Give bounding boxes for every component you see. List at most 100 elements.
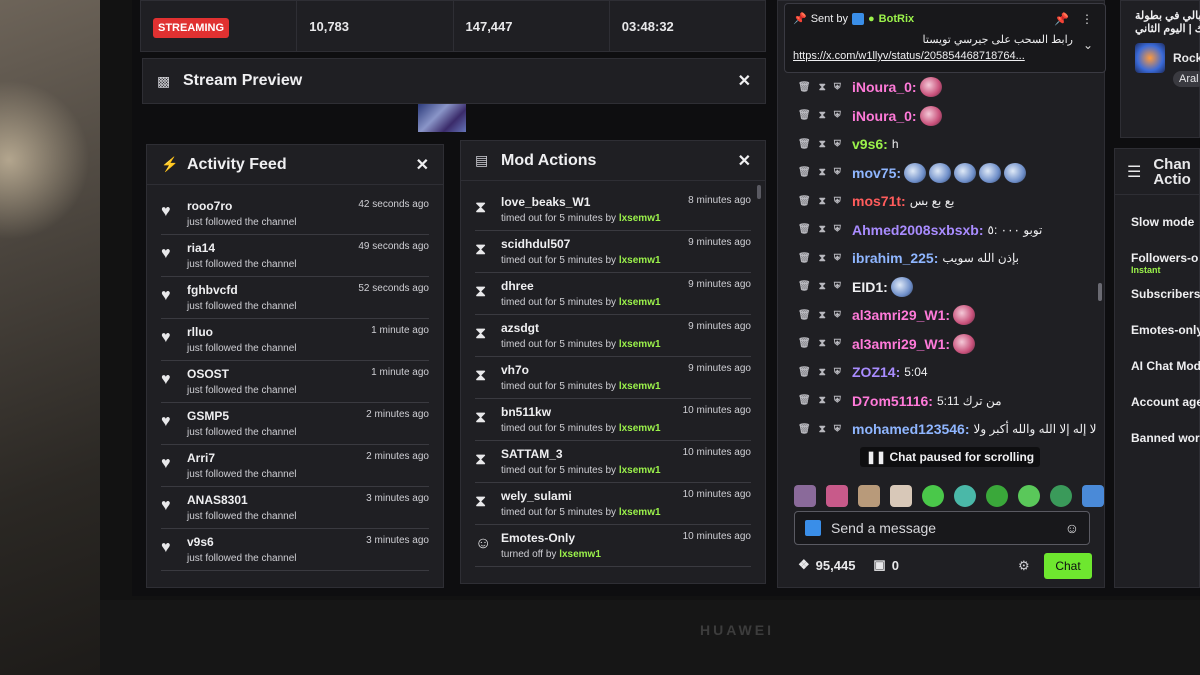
channel-setting-item[interactable]: Subscribers: [1115, 287, 1200, 323]
close-icon[interactable]: ✕: [738, 151, 751, 171]
channel-setting-item[interactable]: Followers-o Instant: [1115, 251, 1199, 287]
mod-action-item[interactable]: ⧗ scidhdul507 timed out for 5 minutes by l…: [475, 231, 751, 273]
activity-item[interactable]: ♥ OSOST just followed the channel 1 minute …: [161, 361, 429, 403]
channel-setting-item[interactable]: Slow mode: [1115, 215, 1199, 251]
mod-action-item[interactable]: ☺ Emotes-Only turned off by lxsemw1 10 minu…: [475, 525, 751, 567]
channel-setting-item[interactable]: Account age: [1115, 395, 1200, 431]
moderator-name[interactable]: lxsemw1: [619, 381, 661, 392]
game-name[interactable]: Rock: [1173, 51, 1200, 65]
mod-tools[interactable]: 🗑⧗⛨: [798, 196, 852, 207]
emote-icon[interactable]: [794, 485, 816, 507]
chat-username[interactable]: mos71t:: [852, 193, 906, 209]
chat-input-box[interactable]: ☺: [794, 511, 1090, 545]
mod-action-item[interactable]: ⧗ dhree timed out for 5 minutes by lxsemw1…: [475, 273, 751, 315]
chat-scrollbar[interactable]: [1098, 283, 1102, 301]
mod-action-item[interactable]: ⧗ love_beaks_W1 timed out for 5 minutes by…: [475, 189, 751, 231]
mod-tools[interactable]: 🗑⧗⛨: [798, 253, 852, 264]
emote-icon[interactable]: [1082, 485, 1104, 507]
emote-icon[interactable]: [890, 485, 912, 507]
mod-action-item[interactable]: ⧗ SATTAM_3 timed out for 5 minutes by lxse…: [475, 441, 751, 483]
mod-tools[interactable]: 🗑⧗⛨: [798, 139, 852, 150]
mod-action-item[interactable]: ⧗ azsdgt timed out for 5 minutes by lxsemw…: [475, 315, 751, 357]
activity-item[interactable]: ♥ fghbvcfd just followed the channel 52 sec…: [161, 277, 429, 319]
chat-username[interactable]: Ahmed2008sxbsxb:: [852, 222, 984, 238]
chat-username[interactable]: al3amri29_W1:: [852, 307, 950, 323]
hourglass-icon: ⧗: [475, 199, 487, 216]
mod-tools[interactable]: 🗑⧗⛨: [798, 281, 852, 292]
chat-username[interactable]: iNoura_0:: [852, 79, 917, 95]
channel-setting-item[interactable]: Banned word: [1115, 431, 1200, 467]
moderator-name[interactable]: lxsemw1: [619, 507, 661, 518]
channel-setting-item[interactable]: Emotes-only: [1115, 323, 1200, 359]
channel-setting-label: Banned word: [1131, 431, 1200, 445]
activity-item[interactable]: ♥ rooo7ro just followed the channel 42 seco…: [161, 193, 429, 235]
moderator-name[interactable]: lxsemw1: [619, 255, 661, 266]
mod-action-item[interactable]: ⧗ bn511kw timed out for 5 minutes by lxsem…: [475, 399, 751, 441]
emote-icon[interactable]: [954, 485, 976, 507]
mod-tools[interactable]: 🗑⧗⛨: [798, 395, 852, 406]
more-options-icon[interactable]: ⋮: [1081, 12, 1093, 26]
chevron-down-icon[interactable]: ⌄: [1083, 38, 1093, 52]
chat-username[interactable]: ZOZ14:: [852, 364, 900, 380]
bits-icon[interactable]: ❖: [798, 557, 810, 573]
chat-message-input[interactable]: [831, 520, 1065, 536]
moderator-name[interactable]: lxsemw1: [619, 339, 661, 350]
activity-item[interactable]: ♥ rlluo just followed the channel 1 minute …: [161, 319, 429, 361]
send-chat-button[interactable]: Chat: [1044, 553, 1092, 579]
stream-info-panel: تبالي في بطولة ك | اليوم الثاني Rock Ara…: [1120, 0, 1200, 138]
stream-preview-title: Stream Preview: [183, 72, 303, 89]
chat-message: 🗑⧗⛨ mos71t: بع بع بس: [778, 187, 1106, 216]
stream-preview-thumbnail[interactable]: [418, 104, 466, 132]
mod-tools[interactable]: 🗑⧗⛨: [798, 310, 852, 321]
emote-icon[interactable]: [1018, 485, 1040, 507]
mod-tools[interactable]: 🗑⧗⛨: [798, 167, 852, 178]
bits-count: 95,445: [815, 557, 856, 573]
mod-action-item[interactable]: ⧗ vh7o timed out for 5 minutes by lxsemw1 9…: [475, 357, 751, 399]
stream-preview-panel: ▩ Stream Preview ✕: [142, 58, 766, 104]
emote-icon[interactable]: [1050, 485, 1072, 507]
moderator-name[interactable]: lxsemw1: [619, 465, 661, 476]
chat-username[interactable]: v9s6:: [852, 136, 888, 152]
chat-paused-banner[interactable]: ❚❚ Chat paused for scrolling: [860, 447, 1041, 467]
chat-username[interactable]: D7om51116:: [852, 393, 933, 409]
moderator-name[interactable]: lxsemw1: [619, 213, 661, 224]
mod-actions-scrollbar[interactable]: [757, 185, 761, 199]
emote-icon[interactable]: [922, 485, 944, 507]
emote-icon[interactable]: [858, 485, 880, 507]
activity-item[interactable]: ♥ GSMP5 just followed the channel 2 minutes…: [161, 403, 429, 445]
chat-username[interactable]: ibrahim_225:: [852, 250, 938, 266]
chat-username[interactable]: iNoura_0:: [852, 108, 917, 124]
chat-username[interactable]: al3amri29_W1:: [852, 336, 950, 352]
emote-icon[interactable]: [986, 485, 1008, 507]
mod-tools[interactable]: 🗑⧗⛨: [798, 367, 852, 378]
language-tag[interactable]: Aral: [1173, 71, 1200, 87]
mod-tools[interactable]: 🗑⧗⛨: [798, 110, 852, 121]
close-icon[interactable]: ✕: [416, 155, 429, 175]
gift-icon[interactable]: ▣: [873, 557, 885, 573]
unpin-icon[interactable]: 📌: [1054, 12, 1069, 26]
gear-icon[interactable]: ⚙: [1018, 558, 1030, 574]
emote-icon[interactable]: [826, 485, 848, 507]
activity-item[interactable]: ♥ ria14 just followed the channel 49 second…: [161, 235, 429, 277]
mod-tools[interactable]: 🗑⧗⛨: [798, 424, 852, 435]
mod-action-description: timed out for 5 minutes by lxsemw1: [501, 339, 751, 350]
mod-action-time: 9 minutes ago: [688, 363, 751, 374]
game-thumbnail[interactable]: [1135, 43, 1165, 73]
chat-username[interactable]: mohamed123546:: [852, 421, 970, 437]
activity-item[interactable]: ♥ v9s6 just followed the channel 3 minutes …: [161, 529, 429, 571]
chat-username[interactable]: EID1:: [852, 279, 888, 295]
mod-action-item[interactable]: ⧗ wely_sulami timed out for 5 minutes by l…: [475, 483, 751, 525]
activity-item[interactable]: ♥ Arri7 just followed the channel 2 minutes…: [161, 445, 429, 487]
moderator-name[interactable]: lxsemw1: [619, 423, 661, 434]
mod-tools[interactable]: 🗑⧗⛨: [798, 224, 852, 235]
close-icon[interactable]: ✕: [738, 71, 751, 91]
channel-setting-item[interactable]: AI Chat Mod: [1115, 359, 1200, 395]
mod-tools[interactable]: 🗑⧗⛨: [798, 338, 852, 349]
chat-username[interactable]: mov75:: [852, 165, 901, 181]
moderator-name[interactable]: lxsemw1: [619, 297, 661, 308]
pinned-message-link[interactable]: https://x.com/w1llyv/status/205854468718…: [793, 50, 1097, 62]
activity-item[interactable]: ♥ ANAS8301 just followed the channel 3 minu…: [161, 487, 429, 529]
mod-tools[interactable]: 🗑⧗⛨: [798, 82, 852, 93]
emoji-picker-icon[interactable]: ☺: [1065, 520, 1079, 536]
moderator-name[interactable]: lxsemw1: [559, 549, 601, 560]
